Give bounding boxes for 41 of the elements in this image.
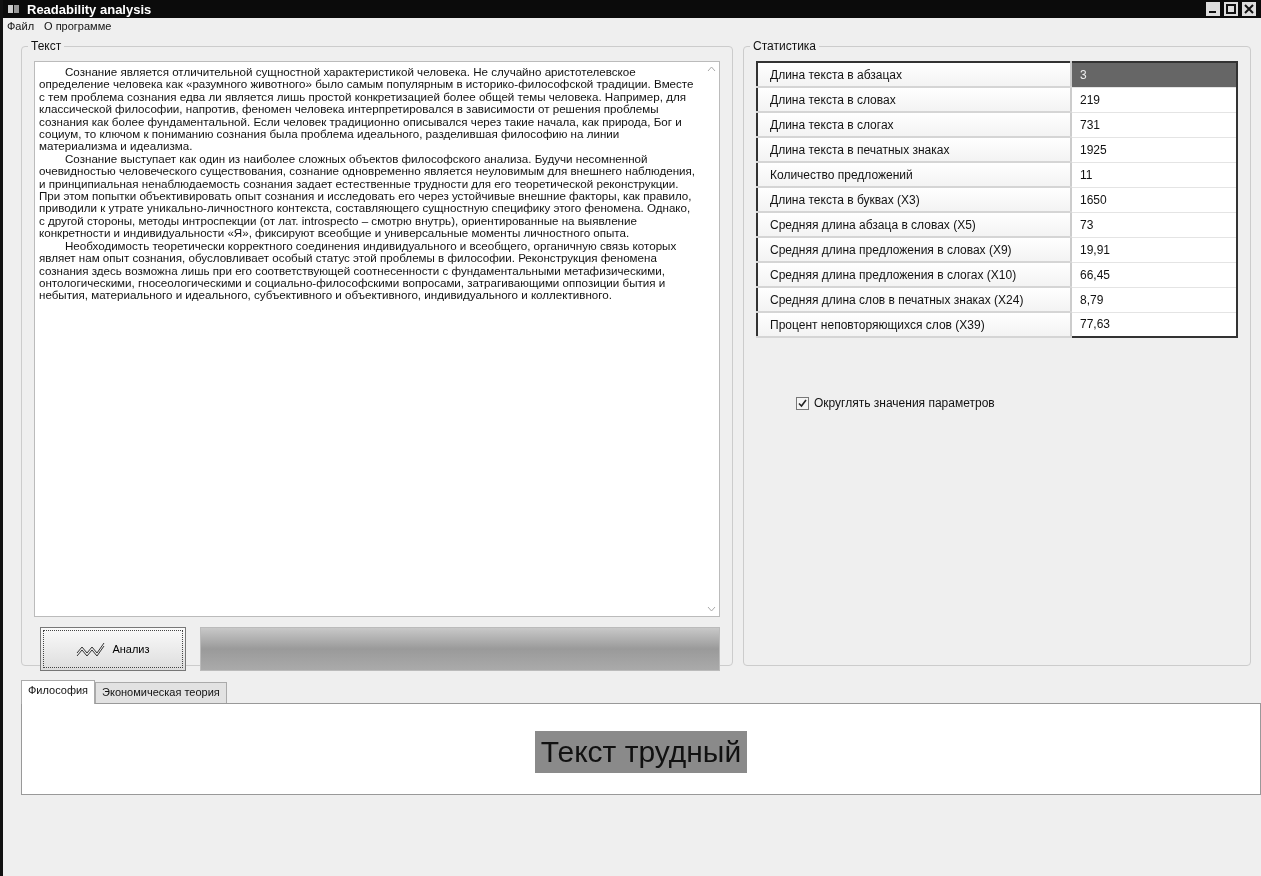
menu-item[interactable]: О программе (44, 20, 112, 34)
checkbox[interactable] (796, 396, 809, 410)
value-cell[interactable]: 731 (1071, 112, 1237, 137)
group-title: Текст (28, 39, 65, 53)
paragraph: Сознание выступает как один из наиболее сложных объектов философского анализа. Будучи несомненной очевидностью человеческого существования, сознание одновременно является неуловимым для внешнего наблюдения, и принципиальная ненаблюдаемость сознания задает естественные трудности для его теоретической реконструкции. При этом попытки объективировать опыт сознания и исследовать его через устойчивые внешние факторы, как правило, приводили к утрате уникально-личностного контекста, составляющего сущностную специфику этого феномена. Однако, с другой стороны, методы интроспекции (от лат. introspecto – смотрю внутрь), ориентированные на выявление конкретности и индивидуальности «Я», фиксируют всеобщие и универсальные моменты личностного опыта. (39, 152, 697, 240)
close-icon[interactable] (1241, 1, 1257, 17)
minimize-icon[interactable] (1205, 1, 1221, 17)
row-label: Длина текста в буквах (X3) (757, 187, 1071, 212)
value-cell[interactable]: 3 (1071, 62, 1237, 87)
checkbox-label[interactable]: Округлять значения параметров (814, 396, 995, 410)
value-cell[interactable]: 19,91 (1071, 237, 1237, 262)
maximize-icon[interactable] (1223, 1, 1239, 17)
tab[interactable]: Философия (21, 680, 96, 704)
row-label: Процент неповторяющихся слов (X39) (757, 312, 1071, 337)
row-label: Длина текста в абзацах (757, 62, 1071, 87)
group-title: Статистика (750, 39, 820, 53)
value-cell[interactable]: 1650 (1071, 187, 1237, 212)
value-cell[interactable]: 219 (1071, 87, 1237, 112)
row-label: Длина текста в печатных знаках (757, 137, 1071, 162)
value-cell[interactable]: 11 (1071, 162, 1237, 187)
app-icon (7, 3, 21, 15)
row-label: Средняя длина предложения в словах (X9) (757, 237, 1071, 262)
row-label: Количество предложений (757, 162, 1071, 187)
value-cell[interactable]: 73 (1071, 212, 1237, 237)
row-label: Длина текста в слогах (757, 112, 1071, 137)
row-label: Средняя длина слов в печатных знаках (X24) (757, 287, 1071, 312)
row-label: Длина текста в словах (757, 87, 1071, 112)
paragraph: Сознание является отличительной сущностной характеристикой человека. Не случайно аристотелевское определение человека как «разумного животного» было самым популярным в историко-философской традиции. Вместе с тем проблема сознания едва ли является лишь простой конкретизацией более общей темы человека. Например, для классической философии, напротив, феномен человека интерпретировался в зависимости от решения проблемы сознания как более фундаментальной. Если человек традиционно описывался через такие начала, как природа, Бог и социум, то ключом к пониманию сознания была проблема идеального, разделившая философию на линии материализма и идеализма. (39, 66, 695, 153)
value-cell[interactable]: 66,45 (1071, 262, 1237, 287)
chart-line-icon (76, 641, 107, 657)
value-cell[interactable]: 1925 (1071, 137, 1237, 162)
analyze-button[interactable]: Анализ (40, 627, 186, 671)
row-label: Средняя длина абзаца в словах (X5) (757, 212, 1071, 237)
row-label: Средняя длина предложения в слогах (X10) (757, 262, 1071, 287)
menu-item[interactable]: Файл (7, 20, 35, 34)
result-label: Текст трудный (534, 731, 748, 773)
window-title: Readability analysis (27, 1, 152, 17)
value-cell[interactable]: 77,63 (1071, 312, 1237, 337)
tab[interactable]: Экономическая теория (95, 682, 227, 703)
value-cell[interactable]: 8,79 (1071, 287, 1237, 312)
paragraph: Необходимость теоретически корректного соединения индивидуального и всеобщего, органичную связь которых являет нам опыт сознания, обусловливает особый статус этой проблемы в философии. Реконструкция феномена сознания здесь возможна лишь при его соответствующей соотнесенности с фундаментальными метафизическими, онтологическими, гносеологическими и социально-философскими вопросами, затрагивающими оппозиции бытия и небытия, материального и идеального, субъективного и объективного, индивидуального и коллективного. (39, 239, 678, 302)
